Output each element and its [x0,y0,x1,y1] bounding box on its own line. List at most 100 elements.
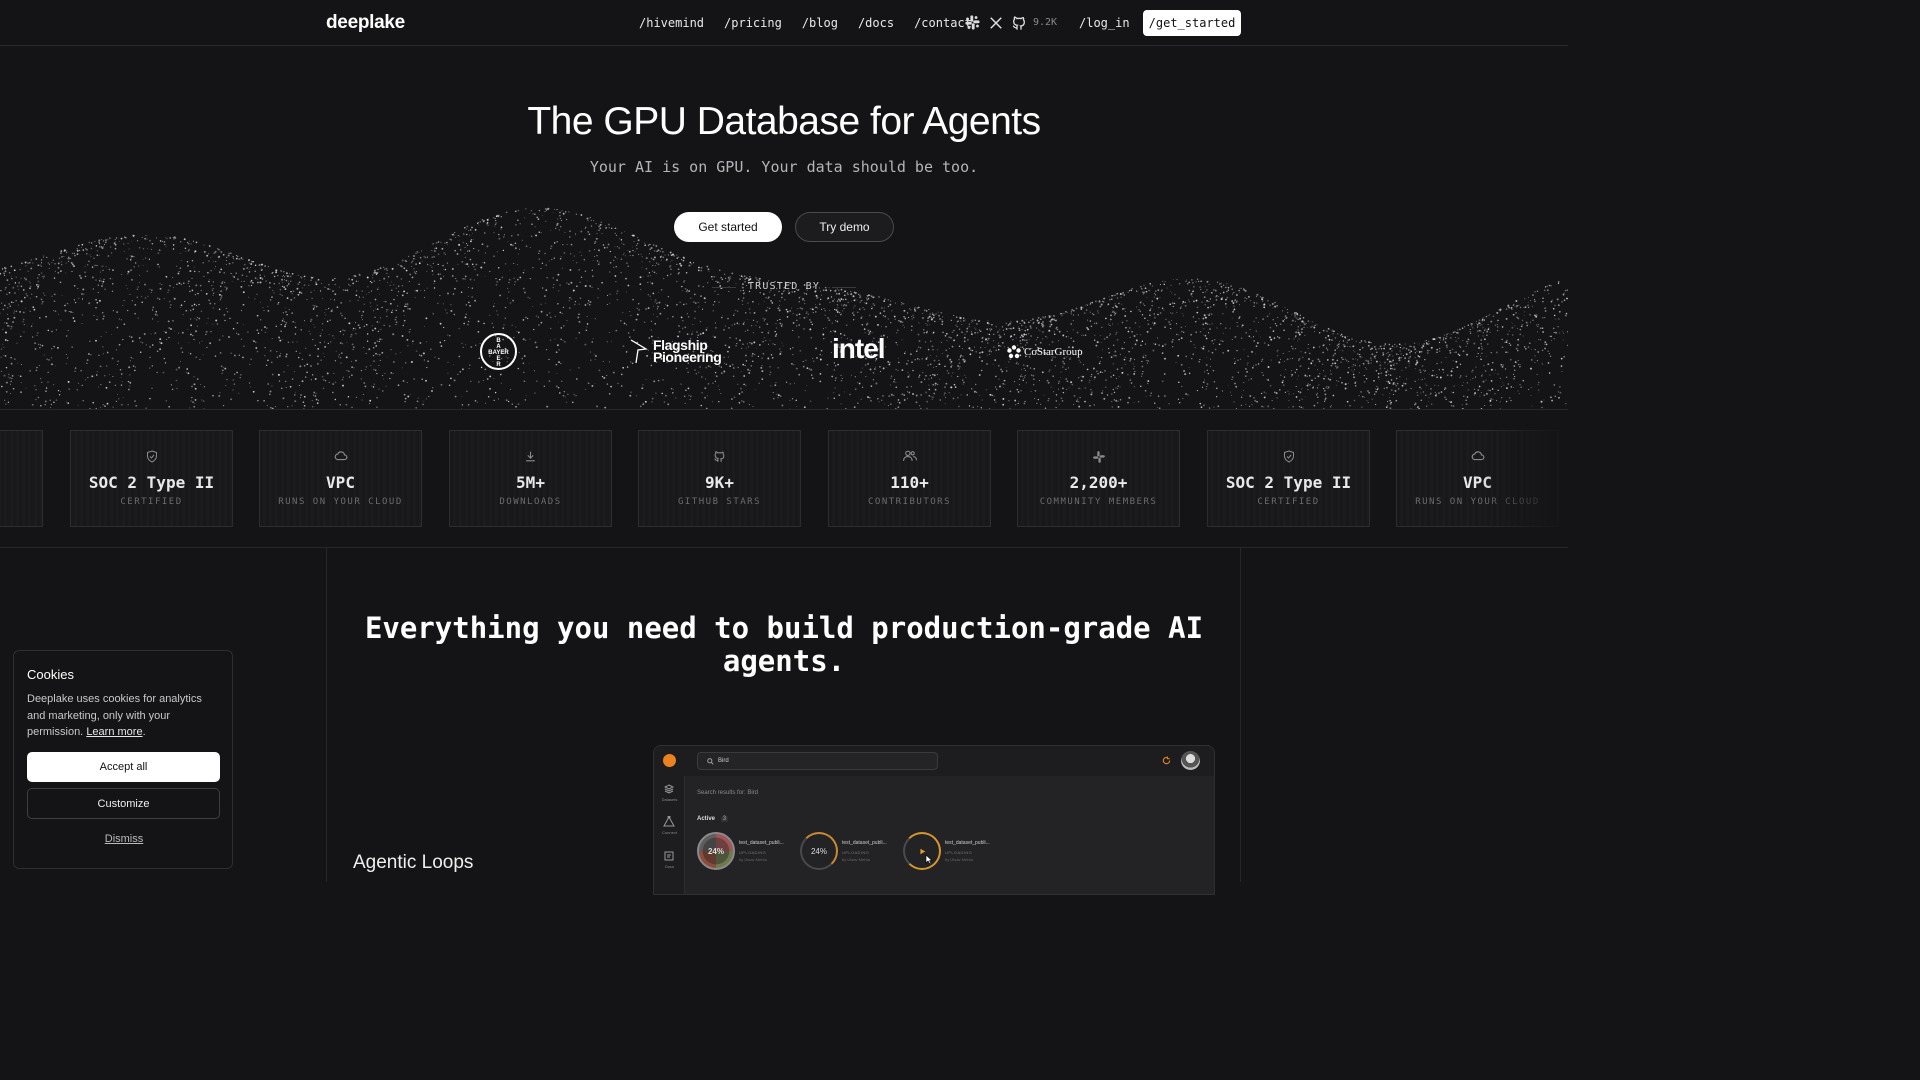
progress-value: 24% [810,846,827,856]
dataset-author: by Utsav Mehta [842,857,870,862]
costar-logo: CoStarGroup [1007,345,1083,359]
stat-value: SOC 2 Type II [1225,473,1352,492]
docs-icon[interactable] [664,851,674,861]
logo[interactable]: deeplake [326,12,405,34]
sidebar-label-connect: Connect [662,830,677,835]
datasets-icon[interactable] [664,784,674,794]
sidebar-label-docs: Docs [664,864,675,869]
stat-value: 110+ [890,473,929,492]
flagship-line2: Pioneering [653,349,722,365]
top-nav: deeplake /hivemind /pricing /blog /docs … [0,0,1568,46]
progress-ring: 24% [800,832,838,870]
dataset-title: test_dataset_publi... [739,840,784,846]
stat-value: 5M+ [516,473,545,492]
dataset-item[interactable]: test_dataset_publi... UPLOADING by Utsav… [903,832,1003,872]
dataset-item[interactable]: 24% test_dataset_publi... UPLOADING by U… [800,832,900,872]
stat-card: 9K+ GITHUB STARS [638,430,801,527]
section-border-left [326,548,327,882]
nav-link-hivemind[interactable]: /hivemind [639,16,704,30]
dataset-title: test_dataset_publi... [945,840,990,846]
stat-card: 5M+ DOWNLOADS [449,430,612,527]
app-sidebar: Datasets Connect Docs [654,776,685,894]
active-label-text: Active [697,816,716,822]
stat-card: 110+ CONTRIBUTORS [828,430,991,527]
trusted-divider-right [832,287,856,288]
learn-more-link[interactable]: Learn more [86,726,142,738]
stat-card: SOC 2 Type II CERTIFIED [70,430,233,527]
github-star-count[interactable]: 9.2K [1033,17,1057,28]
hero-subtitle: Your AI is on GPU. Your data should be t… [589,158,979,176]
stats-fade-right [1480,410,1568,547]
nav-link-pricing[interactable]: /pricing [724,16,782,30]
stat-card: 2,200+ COMMUNITY MEMBERS [1017,430,1180,527]
cursor-icon [925,854,933,865]
active-count-badge: 3 [720,816,729,822]
stat-label: DOWNLOADS [499,497,562,507]
users-icon [902,450,917,461]
nav-link-blog[interactable]: /blog [802,16,838,30]
slack-icon [1092,451,1105,463]
dataset-author: by Utsav Mehta [945,857,973,862]
cookie-banner: Cookies Deeplake uses cookies for analyt… [13,650,233,869]
app-logo-icon [663,754,676,767]
dismiss-link[interactable]: Dismiss [14,833,234,845]
dataset-title: test_dataset_publi... [842,840,887,846]
login-link[interactable]: /log_in [1079,16,1130,30]
stat-label: CERTIFIED [120,497,183,507]
app-topbar: Bird [654,746,1214,776]
github-icon[interactable] [1011,15,1027,31]
progress-value: 24% [707,846,724,856]
dataset-author: by Utsav Mehta [739,857,767,862]
cookie-text: Deeplake uses cookies for analytics and … [27,693,202,738]
get-started-button[interactable]: Get started [674,212,782,242]
feature-heading: Agentic Loops [353,852,474,873]
shield-icon [1283,450,1294,463]
dataset-status: UPLOADING [945,850,973,855]
customize-button[interactable]: Customize [27,788,220,819]
costar-wordmark: CoStarGroup [1024,346,1083,358]
stat-value: VPC [326,473,355,492]
stat-label: GITHUB STARS [677,497,762,507]
progress-ring [903,832,941,870]
cookie-title: Cookies [27,667,74,682]
stat-card: VPC RUNS ON YOUR CLOUD [259,430,422,527]
intel-logo: intel [832,333,886,364]
slack-icon[interactable] [964,14,981,31]
search-results-label: Search results for: Bird [697,790,759,796]
stat-label: CONTRIBUTORS [867,497,952,507]
github-icon [714,451,725,462]
active-label: Active 3 [697,816,729,822]
flagship-mark-icon [630,339,648,364]
hero-title: The GPU Database for Agents [527,100,1041,143]
app-search-input[interactable]: Bird [697,752,938,770]
search-icon [707,758,714,765]
stat-card: SOC 2 Type II CERTIFIED [1207,430,1370,527]
nav-link-docs[interactable]: /docs [858,16,894,30]
accept-all-button[interactable]: Accept all [27,752,220,782]
trusted-by-label: TRUSTED BY [747,281,821,292]
progress-ring: 24% [697,832,735,870]
stat-label: CERTIFIED [1257,497,1320,507]
app-search-value: Bird [718,758,729,764]
bayer-logo: B A BAYER E R [480,333,517,370]
dataset-status: UPLOADING [739,850,767,855]
dataset-item[interactable]: 24% test_dataset_publi... UPLOADING by U… [697,832,797,872]
cloud-icon [334,451,347,461]
refresh-icon[interactable] [1162,756,1171,765]
section-title: Everything you need to build production-… [364,611,1204,678]
x-icon[interactable] [989,16,1003,30]
stat-value: SOC 2 Type II [88,473,215,492]
stat-value: 2,200+ [1069,473,1128,492]
try-demo-button[interactable]: Try demo [795,212,894,242]
shield-icon [146,450,157,463]
costar-mark-icon [1007,345,1021,359]
avatar[interactable] [1181,751,1200,770]
nav-get-started-button[interactable]: /get_started [1143,10,1241,36]
stat-label: COMMUNITY MEMBERS [1039,497,1158,507]
social-icons: 9.2K [964,14,1057,31]
dataset-status: UPLOADING [842,850,870,855]
app-preview: Bird Datasets Connect Docs Search result… [653,745,1215,895]
connect-icon[interactable] [663,816,675,827]
stat-card-partial [0,430,43,527]
stat-value: 9K+ [705,473,734,492]
